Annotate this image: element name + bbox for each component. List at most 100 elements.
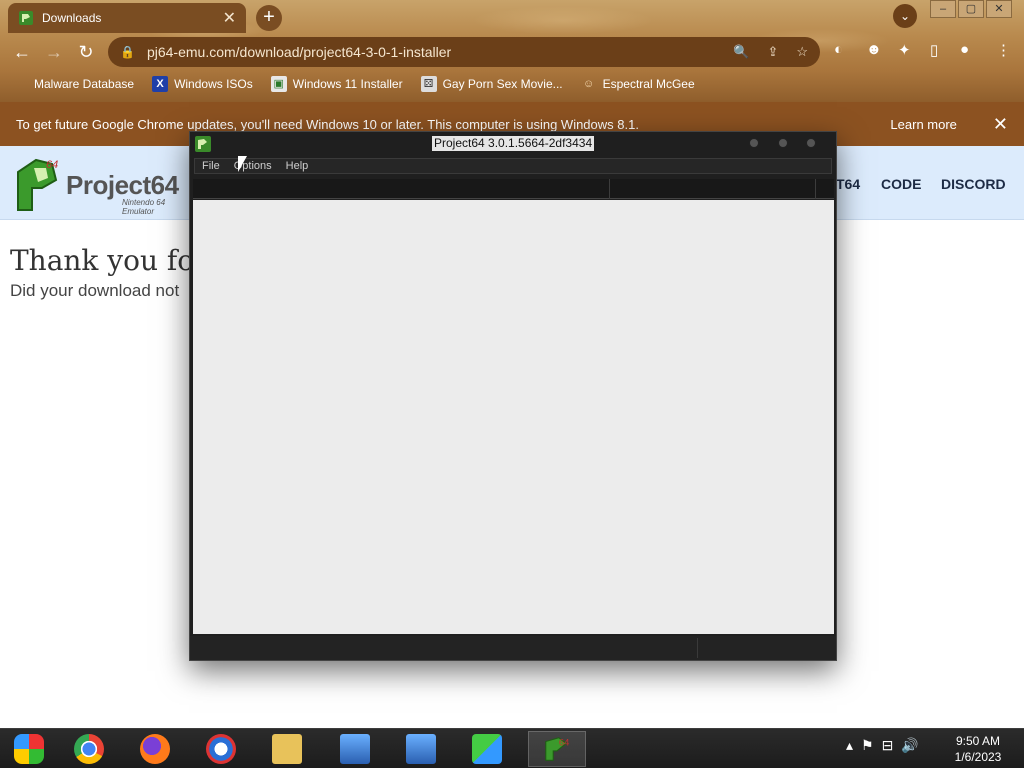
lock-icon[interactable]: 🔒 [120,45,135,59]
menu-file[interactable]: File [195,160,227,172]
chrome-icon [74,734,104,764]
maximize-button[interactable]: ▢ [958,0,984,18]
url-text: pj64-emu.com/download/project64-3-0-1-in… [146,44,452,60]
app-icon [206,734,236,764]
pj-close-button[interactable] [806,138,816,148]
bookmark-blank-icon [12,76,28,92]
show-hidden-icons-icon[interactable]: ▴ [846,737,853,754]
svg-text:64: 64 [559,737,569,747]
column-divider[interactable] [815,179,816,199]
clock-time: 9:50 AM [955,734,1001,748]
tab-downloads[interactable]: Downloads ✕ [8,3,246,33]
tab-search-icon[interactable]: ⌄ [893,4,917,28]
mouse-cursor [238,156,247,172]
menu-options[interactable]: Options [227,160,279,172]
bookmark-label: Gay Porn Sex Movie... [442,77,563,91]
bookmark-label: Malware Database [34,77,135,91]
tab-title: Downloads [42,11,102,25]
installer-icon [340,734,370,764]
x-logo-icon: X [152,76,169,92]
bookmark-star-icon[interactable]: ☆ [796,44,808,60]
pj-maximize-button[interactable] [778,138,788,148]
svg-text:64: 64 [46,159,58,171]
bookmark-espectral-mcgee[interactable]: ☺ Espectral McGee [581,76,695,92]
bookmark-windows-11-installer[interactable]: ▣ Windows 11 Installer [270,76,403,92]
logo-subtitle: Nintendo 64 Emulator [122,198,166,216]
page-title: Thank you fo [10,244,195,277]
minimize-button[interactable]: – [930,0,956,18]
nav-item-code[interactable]: CODE [881,176,921,192]
project64-favicon-icon [19,11,33,25]
bookmark-site-4[interactable]: ⚄ Gay Porn Sex Movie... [420,76,563,92]
pj-minimize-button[interactable] [749,138,759,148]
column-divider[interactable] [609,179,610,199]
browser-frame: Downloads ✕ + ⌄ – ▢ ✕ ← → ↻ 🔒 pj64-emu.c… [0,0,1024,102]
project64-window: Project64 3.0.1.5664-2df3434 File Option… [189,131,837,661]
taskbar-project64[interactable]: 64 [528,731,586,767]
network-app-icon [472,734,502,764]
extensions-puzzle-icon[interactable]: ✦ [898,41,911,59]
new-tab-button[interactable]: + [256,5,282,31]
taskbar-chrome[interactable] [60,731,118,767]
nav-item-discord[interactable]: DISCORD [941,176,1006,192]
taskbar-firefox[interactable] [126,731,184,767]
profile-icon[interactable]: ● [960,41,969,58]
bookmark-malware-database[interactable]: Malware Database [12,76,134,92]
extension-flag-icon[interactable]: ◐ [834,41,843,58]
taskbar-installer-1[interactable] [326,731,384,767]
side-panel-icon[interactable]: ▯ [930,41,938,59]
logo-wordmark: Project64 [66,170,179,200]
bookmark-label: Espectral McGee [602,77,695,91]
dice-icon: ⚄ [420,76,437,92]
nav-item-t64[interactable]: T64 [836,176,860,192]
learn-more-link[interactable]: Learn more [890,117,956,132]
project64-logo[interactable]: 64 Project64 Nintendo 64 Emulator [12,154,192,216]
taskbar-network-app[interactable] [458,731,516,767]
taskbar: 64 ▴ ⚑ ⊟ 🔊 9:50 AM 1/6/2023 [0,728,1024,768]
share-icon[interactable]: ⇪ [767,44,778,60]
taskbar-app-3[interactable] [192,731,250,767]
forward-icon[interactable]: → [38,42,70,63]
pj-window-title: Project64 3.0.1.5664-2df3434 [432,136,595,151]
bookmark-label: Windows ISOs [174,77,253,91]
extension-avatar-icon[interactable]: ☻ [866,41,882,58]
volume-icon[interactable]: 🔊 [901,737,918,754]
rom-list-area[interactable] [193,200,834,634]
start-icon [14,734,44,764]
installer-icon [406,734,436,764]
pj-status-bar [190,636,836,660]
start-button[interactable] [0,731,58,767]
pj-titlebar[interactable]: Project64 3.0.1.5664-2df3434 [190,132,836,156]
taskbar-clock[interactable]: 9:50 AM 1/6/2023 [940,733,1016,765]
project64-app-icon [195,136,211,152]
reload-icon[interactable]: ↻ [70,42,102,63]
bookmark-windows-isos[interactable]: X Windows ISOs [152,76,253,92]
menu-help[interactable]: Help [279,160,316,172]
rom-list-header [193,179,834,199]
taskbar-file-explorer[interactable] [258,731,316,767]
bookmarks-bar: Malware Database X Windows ISOs ▣ Window… [0,72,1024,96]
back-icon[interactable]: ← [6,42,38,63]
bookmark-label: Windows 11 Installer [292,77,403,91]
taskbar-installer-2[interactable] [392,731,450,767]
face-icon: ☺ [583,78,595,90]
infobar-close-icon[interactable]: ✕ [993,114,1008,135]
clock-date: 1/6/2023 [954,750,1002,764]
address-bar[interactable]: 🔒 pj64-emu.com/download/project64-3-0-1-… [108,37,820,67]
status-divider [697,638,698,658]
close-button[interactable]: ✕ [986,0,1012,18]
firefox-icon [140,734,170,764]
tab-close-icon[interactable]: ✕ [223,8,236,28]
action-center-flag-icon[interactable]: ⚑ [861,737,874,754]
project64-taskbar-icon: 64 [545,737,569,761]
window-controls: – ▢ ✕ [928,0,1012,18]
project64-logo-icon: 64 [17,158,58,211]
chrome-menu-icon[interactable]: ⋮ [996,41,1011,59]
folder-icon [272,734,302,764]
system-tray: ▴ ⚑ ⊟ 🔊 [846,737,927,754]
network-icon[interactable]: ⊟ [882,737,894,754]
zoom-search-icon[interactable]: 🔍 [733,44,749,60]
page-subtitle: Did your download not [10,281,180,300]
pj-menubar: File Options Help [194,158,832,174]
infobar-message: To get future Google Chrome updates, you… [16,116,639,132]
